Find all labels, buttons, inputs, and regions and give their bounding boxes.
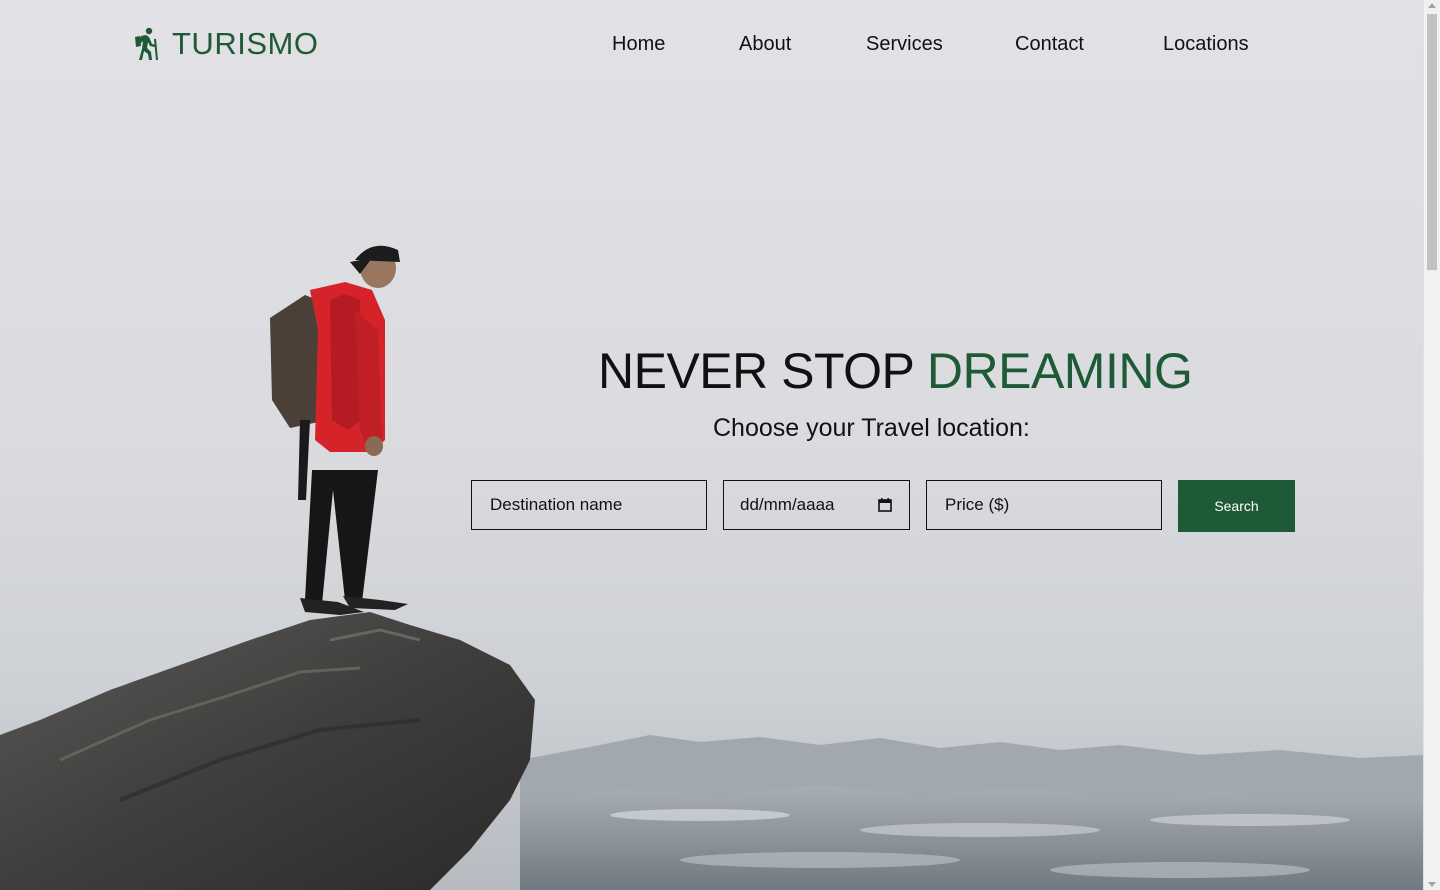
scroll-down-arrow-icon[interactable] bbox=[1428, 882, 1436, 887]
price-field bbox=[926, 480, 1162, 530]
calendar-icon[interactable] bbox=[877, 497, 893, 513]
page-viewport: TURISMO Home About Services Contact Loca… bbox=[0, 0, 1423, 890]
search-button[interactable]: Search bbox=[1178, 480, 1295, 532]
destination-field bbox=[471, 480, 707, 530]
hero-background-photo bbox=[0, 0, 1423, 890]
hero-headline: NEVER STOP DREAMING bbox=[598, 342, 1193, 400]
headline-accent: DREAMING bbox=[926, 343, 1193, 399]
price-input[interactable] bbox=[943, 494, 1145, 516]
brand-name: TURISMO bbox=[172, 26, 319, 61]
page-scrollbar[interactable] bbox=[1423, 0, 1440, 890]
hiker-icon bbox=[135, 27, 158, 60]
nav-item-home[interactable]: Home bbox=[612, 33, 665, 56]
nav-item-services[interactable]: Services bbox=[866, 33, 943, 56]
nav-item-locations[interactable]: Locations bbox=[1163, 33, 1249, 56]
headline-plain: NEVER STOP bbox=[598, 343, 914, 399]
brand-logo[interactable]: TURISMO bbox=[132, 26, 318, 62]
destination-input[interactable] bbox=[488, 494, 690, 516]
date-input[interactable]: dd/mm/aaaa bbox=[740, 495, 877, 515]
scrollbar-thumb[interactable] bbox=[1427, 14, 1437, 270]
nav-item-about[interactable]: About bbox=[739, 33, 791, 56]
nav-item-contact[interactable]: Contact bbox=[1015, 33, 1084, 56]
scroll-up-arrow-icon[interactable] bbox=[1428, 3, 1436, 8]
hero-subtitle: Choose your Travel location: bbox=[713, 414, 1030, 442]
date-field[interactable]: dd/mm/aaaa bbox=[723, 480, 910, 530]
